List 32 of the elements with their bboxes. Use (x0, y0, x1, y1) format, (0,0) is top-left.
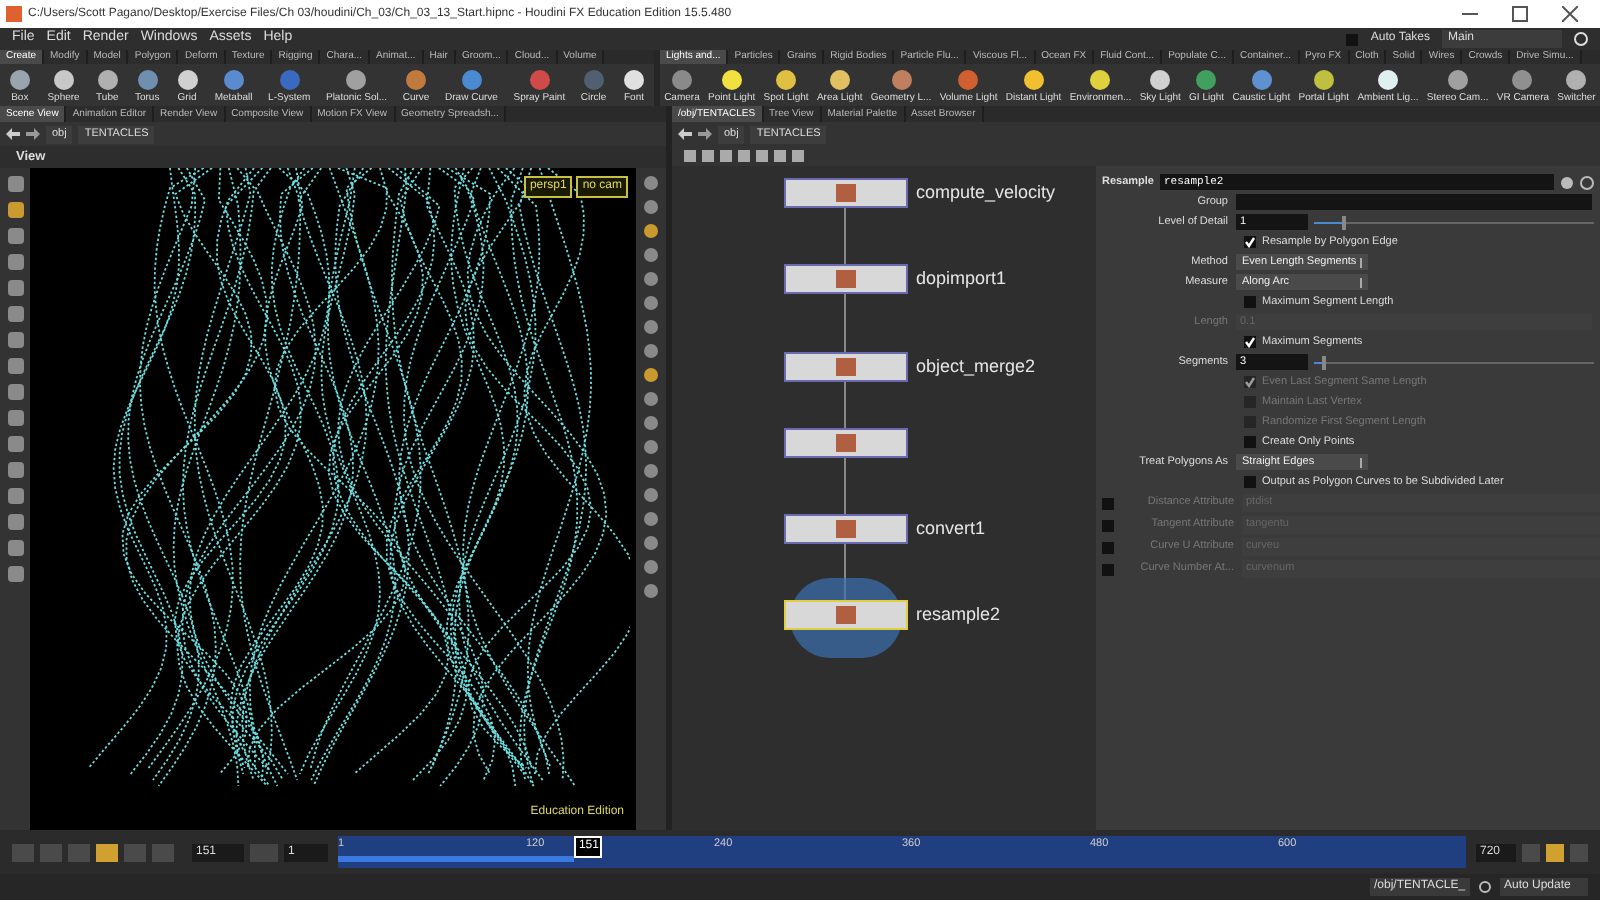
settings-icon[interactable] (1560, 175, 1574, 189)
network-node[interactable] (784, 514, 908, 544)
checkbox[interactable] (1244, 296, 1256, 308)
network-node[interactable] (784, 264, 908, 294)
app-logo-icon (6, 6, 22, 22)
back-arrow-icon[interactable] (6, 128, 20, 140)
slider-thumb[interactable] (1322, 355, 1327, 369)
network-editor[interactable]: compute_velocity dopimport1 object_merge2 convert1 resample2 (672, 166, 1096, 830)
network-node[interactable] (784, 352, 908, 382)
playback-button[interactable] (96, 843, 118, 861)
checkbox[interactable] (1346, 33, 1359, 45)
timeline-track[interactable] (338, 836, 1466, 868)
node-name: convert1 (916, 515, 986, 542)
network-node[interactable] (784, 178, 908, 208)
help-icon[interactable] (1574, 32, 1588, 46)
close-icon[interactable] (1562, 6, 1578, 22)
back-arrow-icon[interactable] (678, 128, 692, 140)
node-name: object_merge2 (916, 353, 1036, 380)
node-name: compute_velocity (916, 179, 1056, 206)
checkbox[interactable] (1244, 236, 1256, 248)
checkbox[interactable] (1244, 436, 1256, 448)
checkbox[interactable] (1244, 336, 1256, 348)
maximize-icon[interactable] (1512, 6, 1528, 22)
text-field[interactable] (1236, 194, 1592, 210)
forward-arrow-icon[interactable] (698, 128, 712, 140)
checkbox[interactable] (1244, 476, 1256, 488)
node-name: dopimport1 (916, 265, 1007, 292)
forward-arrow-icon[interactable] (26, 128, 40, 140)
refresh-icon[interactable] (1478, 880, 1492, 894)
network-node[interactable] (784, 428, 908, 458)
node-name: resample2 (916, 601, 1001, 628)
help-icon[interactable] (1580, 175, 1594, 189)
